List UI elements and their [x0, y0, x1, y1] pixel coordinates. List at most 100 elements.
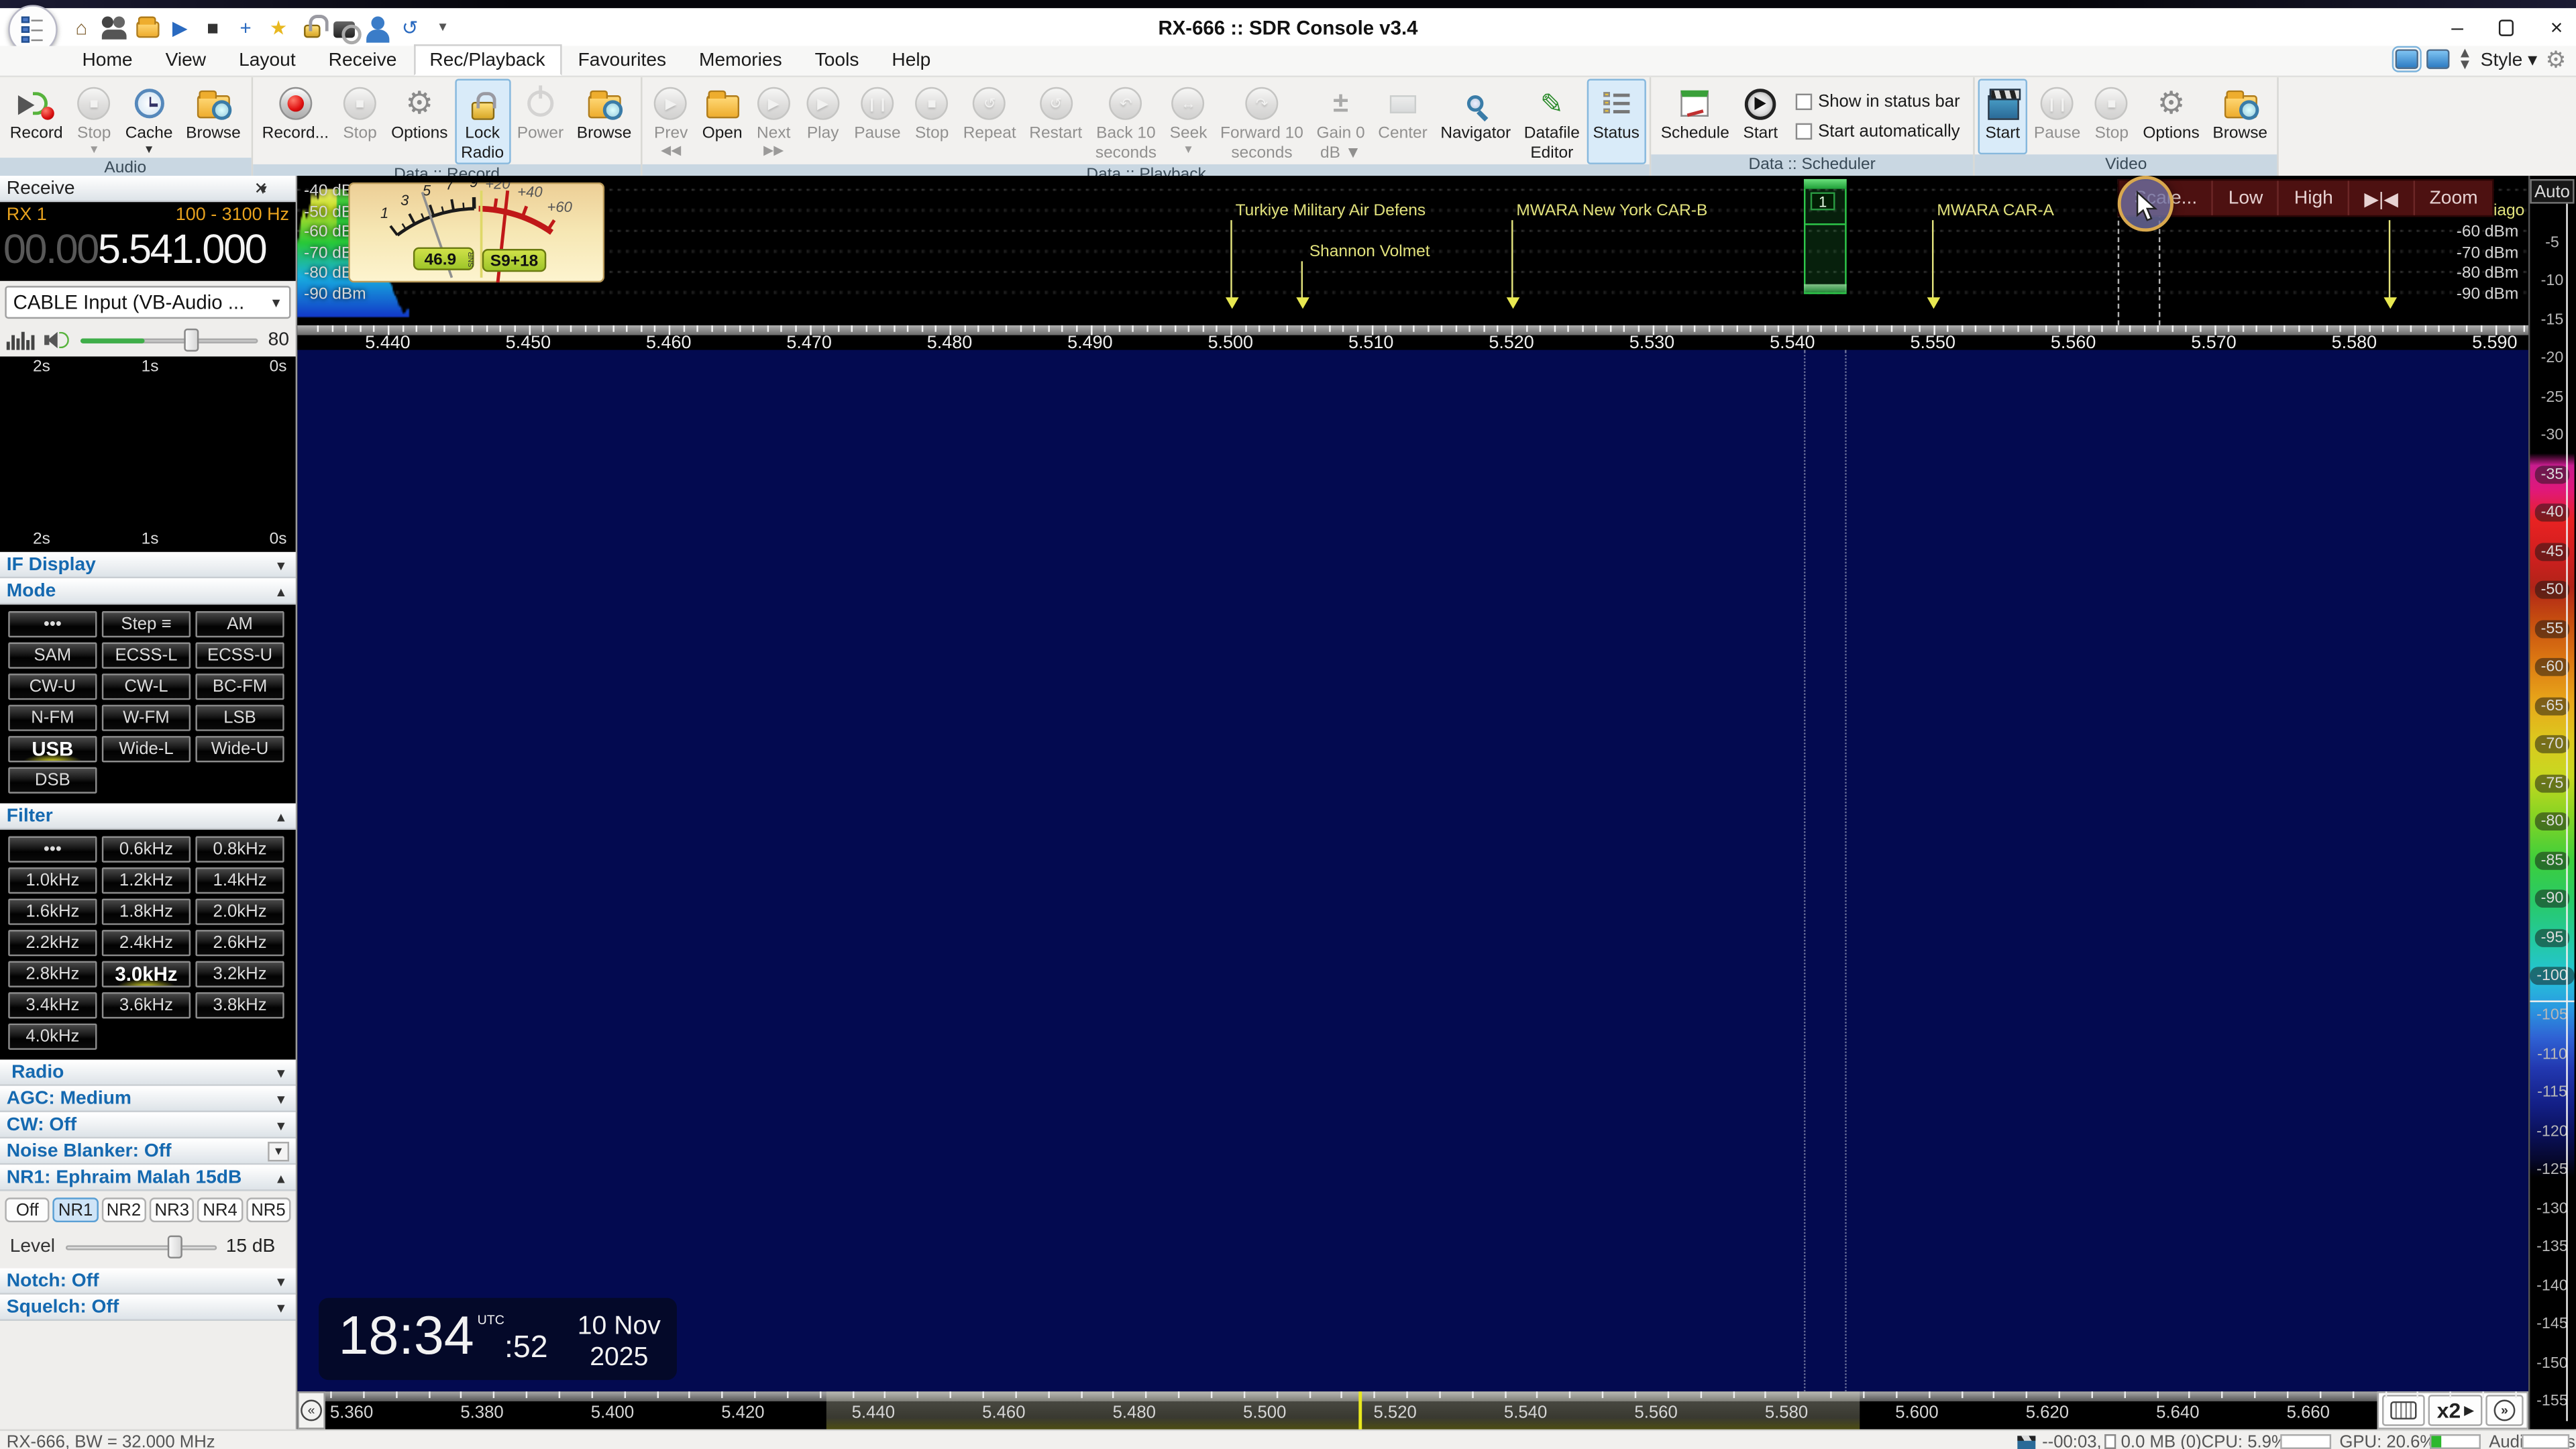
mode-w-fm[interactable]: W-FM — [101, 704, 191, 731]
section-radio[interactable]: Radio ▼ — [0, 1059, 296, 1086]
ribbon-button-status[interactable]: Status — [1586, 78, 1646, 164]
caret-down-icon[interactable]: ▾ — [431, 15, 455, 40]
collapse-icon[interactable]: ▼ — [274, 1091, 287, 1106]
collapse-icon[interactable]: ▼ — [274, 1300, 287, 1315]
menu-tab-help[interactable]: Help — [875, 44, 947, 76]
mode-lsb[interactable]: LSB — [195, 704, 284, 731]
tuning-marker-cap[interactable] — [1803, 178, 1847, 189]
mode-sam[interactable]: SAM — [8, 642, 97, 669]
navigator-play-button[interactable]: » — [2485, 1395, 2524, 1426]
menu-tab-rec-playback[interactable]: Rec/Playback — [413, 44, 562, 76]
equalizer-icon[interactable] — [6, 330, 35, 350]
mode-n-fm[interactable]: N-FM — [8, 704, 97, 731]
nr-button-nr3[interactable]: NR3 — [149, 1197, 195, 1223]
monitor-2-icon[interactable] — [2426, 49, 2450, 70]
filter-1.6khz[interactable]: 1.6kHz — [8, 898, 97, 925]
monitor-1-icon[interactable] — [2392, 46, 2422, 73]
style-selector[interactable]: Style ▾ — [2481, 48, 2538, 70]
mode-usb[interactable]: USB — [8, 736, 97, 763]
mode-wide-l[interactable]: Wide-L — [101, 736, 191, 763]
collapse-icon[interactable]: ▲ — [274, 809, 287, 824]
ribbon-button-browse[interactable]: Browse — [2206, 79, 2274, 155]
nr-level-slider[interactable] — [64, 1235, 217, 1258]
ribbon-button-datafile[interactable]: ✎ Datafile Editor — [1517, 79, 1587, 164]
ribbon-button-start[interactable]: Start — [1736, 79, 1785, 155]
collapse-icon[interactable]: ▼ — [274, 557, 287, 572]
menu-tab-memories[interactable]: Memories — [683, 44, 799, 76]
ribbon-button-record-[interactable]: Record... — [256, 79, 335, 164]
checkbox-start-automatically[interactable]: Start automatically — [1794, 121, 1960, 142]
mode-cw-l[interactable]: CW-L — [101, 674, 191, 700]
lock-icon[interactable] — [299, 15, 328, 40]
filter-1.8khz[interactable]: 1.8kHz — [101, 898, 191, 925]
ribbon-button-navigator[interactable]: Navigator — [1434, 79, 1517, 164]
filter-0.8khz[interactable]: 0.8kHz — [195, 836, 284, 863]
filter-0.6khz[interactable]: 0.6kHz — [101, 836, 191, 863]
ribbon-button-browse[interactable]: Browse — [179, 79, 247, 157]
filter-2.2khz[interactable]: 2.2kHz — [8, 930, 97, 957]
settings-gear-icon[interactable]: ⚙ — [2546, 48, 2567, 70]
minimize-button[interactable]: – — [2451, 16, 2463, 38]
filter-3.4khz[interactable]: 3.4kHz — [8, 992, 97, 1019]
filter-2.8khz[interactable]: 2.8kHz — [8, 961, 97, 987]
mode-step-[interactable]: Step ≡ — [101, 611, 191, 638]
nr-button-off[interactable]: Off — [5, 1197, 50, 1223]
menu-tab-home[interactable]: Home — [66, 44, 149, 76]
collapse-icon[interactable]: ▲ — [274, 1171, 287, 1185]
filter-1.4khz[interactable]: 1.4kHz — [195, 867, 284, 894]
undo-icon[interactable]: ↺ — [398, 15, 423, 40]
mode-dsb[interactable]: DSB — [8, 767, 97, 794]
ribbon-button-cache[interactable]: Cache ▼ — [119, 79, 179, 157]
updown-arrows-icon[interactable]: ▲ ▼ — [2458, 45, 2473, 72]
section-notch[interactable]: Notch: Off ▼ — [0, 1268, 296, 1295]
filter-3.6khz[interactable]: 3.6kHz — [101, 992, 191, 1019]
collapse-icon[interactable]: ▼ — [274, 1274, 287, 1289]
audio-input-select[interactable]: CABLE Input (VB-Audio ... ▼ — [5, 286, 291, 319]
colorbar-scale[interactable]: -5 -10 -15 -20 -25 -30 -35 -40 -45 -50 -55 -60 -65 -7… — [2530, 203, 2575, 1421]
mode--[interactable]: ••• — [8, 611, 97, 638]
overlay-button--[interactable]: ▶|◀ — [2349, 180, 2415, 215]
nr-button-nr4[interactable]: NR4 — [197, 1197, 243, 1223]
ribbon-button-open[interactable]: Open — [696, 79, 749, 164]
ribbon-button-record[interactable]: Record — [3, 79, 70, 157]
filter-3.0khz[interactable]: 3.0kHz — [101, 961, 191, 987]
mode-am[interactable]: AM — [195, 611, 284, 638]
tuning-marker[interactable]: 1 — [1803, 178, 1847, 294]
navigator-view-region[interactable] — [826, 1391, 1860, 1430]
waterfall-display[interactable]: 18:34 UTC :52 10 Nov 2025 — [297, 350, 2528, 1392]
section-squelch[interactable]: Squelch: Off ▼ — [0, 1294, 296, 1321]
filter-2.4khz[interactable]: 2.4kHz — [101, 930, 191, 957]
spectrum-frequency-scale[interactable]: 5.440 5.450 5.460 5.470 5.480 5.490 5.500 5.510… — [297, 325, 2528, 354]
home-icon[interactable]: ⌂ — [69, 15, 94, 40]
overlay-button-high[interactable]: High — [2279, 180, 2350, 215]
mode-bc-fm[interactable]: BC-FM — [195, 674, 284, 700]
colorbar-auto-button[interactable]: Auto — [2530, 178, 2575, 204]
nr-button-nr5[interactable]: NR5 — [246, 1197, 291, 1223]
speaker-icon[interactable] — [44, 330, 70, 350]
stop-icon[interactable]: ■ — [201, 15, 225, 40]
filter-3.2khz[interactable]: 3.2kHz — [195, 961, 284, 987]
filter-2.6khz[interactable]: 2.6kHz — [195, 930, 284, 957]
mode-ecss-u[interactable]: ECSS-U — [195, 642, 284, 669]
zoom-level-button[interactable]: x2 ▶ — [2428, 1395, 2483, 1426]
ribbon-button-browse[interactable]: Browse — [570, 79, 638, 164]
mode-cw-u[interactable]: CW-U — [8, 674, 97, 700]
nr-button-nr2[interactable]: NR2 — [101, 1197, 146, 1223]
ribbon-button-options[interactable]: ⚙ Options — [2137, 79, 2206, 155]
mode-ecss-l[interactable]: ECSS-L — [101, 642, 191, 669]
navigator-prev-button[interactable]: « — [297, 1391, 325, 1430]
collapse-icon[interactable]: ▼ — [274, 1118, 287, 1133]
section-cw[interactable]: CW: Off ▼ — [0, 1112, 296, 1139]
overlay-button-low[interactable]: Low — [2214, 180, 2279, 215]
ribbon-button-schedule[interactable]: Schedule — [1654, 79, 1736, 155]
section-filter[interactable]: Filter ▲ — [0, 803, 296, 830]
ribbon-button-start[interactable]: Start — [1978, 78, 2028, 155]
add-icon[interactable]: + — [233, 15, 258, 40]
filter-2.0khz[interactable]: 2.0kHz — [195, 898, 284, 925]
menu-tab-tools[interactable]: Tools — [798, 44, 875, 76]
menu-tab-view[interactable]: View — [149, 44, 223, 76]
users-icon[interactable] — [101, 15, 127, 40]
section-if-display[interactable]: IF Display ▼ — [0, 551, 296, 579]
keyboard-entry-button[interactable] — [2382, 1395, 2426, 1426]
section-mode[interactable]: Mode ▲ — [0, 578, 296, 605]
